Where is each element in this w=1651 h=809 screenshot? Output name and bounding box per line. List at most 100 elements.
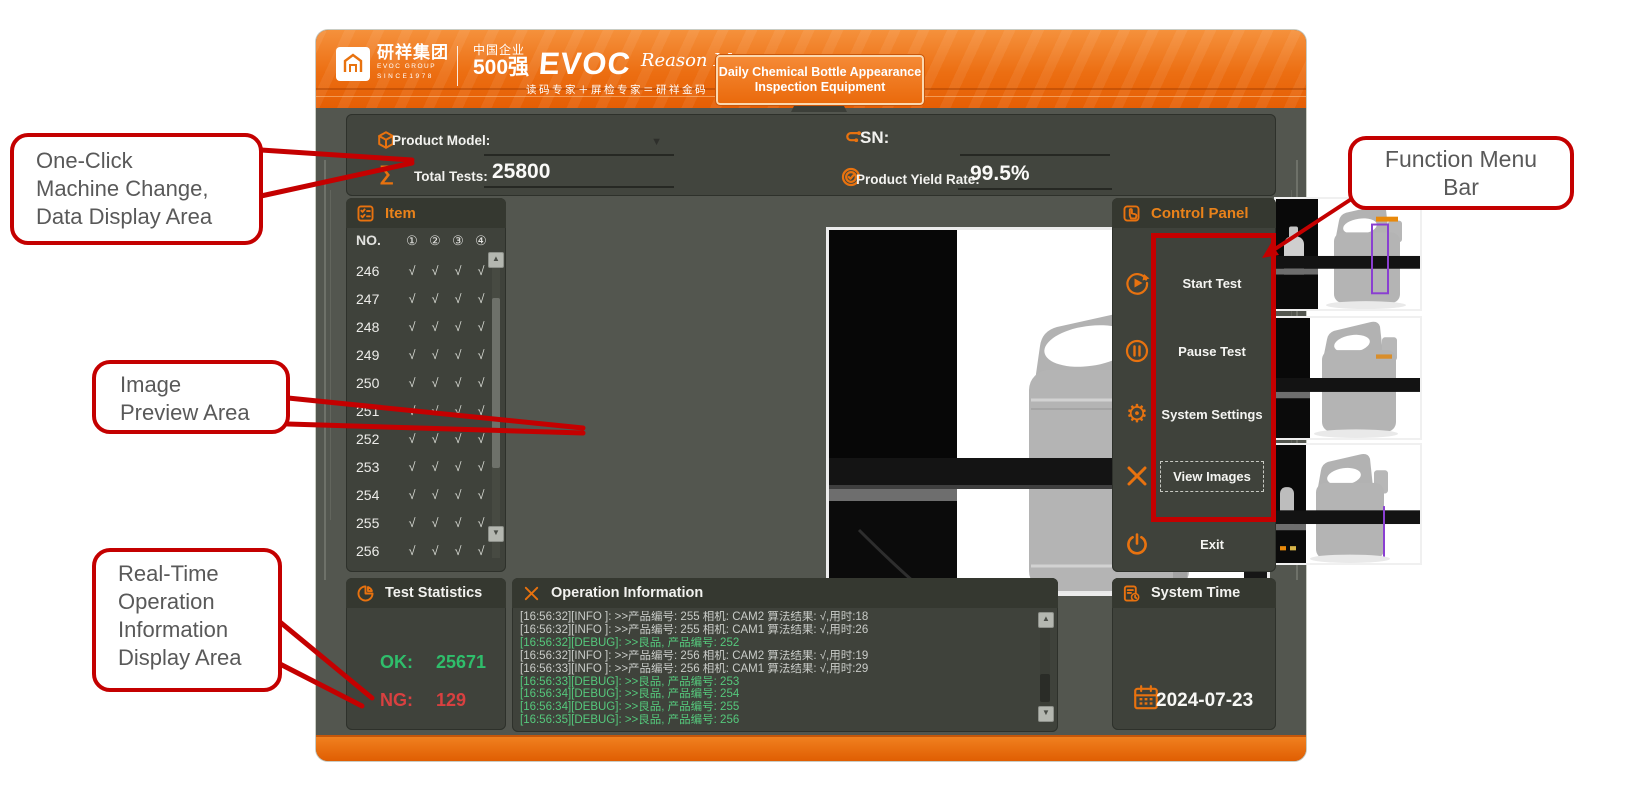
scroll-up-button[interactable]: ▲: [488, 252, 504, 268]
row-number: 254: [356, 487, 379, 503]
control-panel-header: Control Panel: [1112, 198, 1276, 228]
log-line: [16:56:32][DEBUG]: >>良品, 产品编号: 252: [520, 637, 1032, 650]
table-row: 248√√√√: [346, 314, 506, 342]
op-panel-header: Operation Information: [512, 578, 1058, 608]
item-panel: Item NO. ① ② ③ ④ 246√√√√247√√√√248√√√√24…: [346, 198, 506, 572]
check-mark: √: [426, 404, 444, 418]
check-mark: √: [426, 348, 444, 362]
brand-group-cn: 研祥集团: [377, 44, 449, 61]
check-mark: √: [403, 376, 421, 390]
check-mark: √: [426, 516, 444, 530]
col-no: NO.: [356, 232, 381, 248]
scroll-down-button[interactable]: ▼: [488, 526, 504, 542]
callout-function-menu-bar: Function Menu Bar: [1348, 136, 1574, 210]
check-mark: √: [426, 292, 444, 306]
table-row: 247√√√√: [346, 286, 506, 314]
check-mark: √: [449, 292, 467, 306]
ok-label: OK:: [380, 652, 413, 673]
log-scrollbar-thumb[interactable]: [1040, 674, 1050, 702]
app-header: 研祥集团 EVOC GROUP SINCE1978 中国企业 500强 EVOC…: [316, 30, 1306, 108]
brand-top500: 中国企业 500强: [473, 44, 529, 78]
table-row: 250√√√√: [346, 370, 506, 398]
log-scroll-up-button[interactable]: ▲: [1038, 612, 1054, 628]
check-mark: √: [449, 376, 467, 390]
product-model-label: Product Model:: [392, 133, 490, 148]
preview-thumbnail-1[interactable]: [1274, 197, 1422, 311]
check-mark: √: [403, 488, 421, 502]
check-mark: √: [426, 488, 444, 502]
item-scrollbar-thumb[interactable]: [492, 298, 500, 468]
check-mark: √: [449, 320, 467, 334]
decor-line-left: [330, 190, 331, 520]
exit-label: Exit: [1200, 537, 1224, 552]
decor-line-left: [324, 160, 326, 580]
check-mark: √: [426, 460, 444, 474]
check-mark: √: [426, 264, 444, 278]
check-mark: √: [472, 404, 490, 418]
data-display-panel: Product Model: ▼ ∑ Total Tests: 25800 SN…: [346, 114, 1276, 196]
total-tests-label: Total Tests:: [414, 169, 488, 184]
col-2: ②: [426, 233, 444, 249]
brand-since: SINCE1978: [377, 74, 449, 81]
hand-pointer-icon: [1122, 204, 1141, 223]
brand-divider: [457, 46, 458, 86]
log-line: [16:56:34][DEBUG]: >>良品, 产品编号: 255: [520, 701, 1032, 714]
ng-value: 129: [436, 690, 466, 711]
check-mark: √: [403, 460, 421, 474]
check-mark: √: [403, 404, 421, 418]
log-line: [16:56:32][INFO ]: >>产品编号: 256 相机: CAM2 …: [520, 650, 1032, 663]
yield-rate-value: 99.5%: [970, 162, 1030, 186]
check-mark: √: [449, 432, 467, 446]
op-panel-title: Operation Information: [551, 585, 703, 601]
log-scroll-down-button[interactable]: ▼: [1038, 706, 1054, 722]
item-table-header: NO. ① ② ③ ④: [346, 232, 506, 256]
ng-label: NG:: [380, 690, 413, 711]
check-mark: √: [449, 348, 467, 362]
item-panel-header: Item: [346, 198, 506, 228]
evoc-logo-icon: [336, 47, 370, 81]
checklist-icon: [356, 204, 375, 223]
check-mark: √: [449, 516, 467, 530]
function-menu-highlight-rect: [1151, 233, 1276, 522]
check-mark: √: [449, 264, 467, 278]
col-3: ③: [449, 233, 467, 249]
top500-num: 500强: [473, 57, 529, 78]
app-title-plaque: Daily Chemical Bottle Appearance Inspect…: [716, 55, 924, 105]
row-number: 247: [356, 291, 379, 307]
start-test-icon: [1124, 270, 1150, 296]
row-number: 250: [356, 375, 379, 391]
chevron-down-icon: ▼: [651, 136, 662, 148]
check-mark: √: [472, 432, 490, 446]
check-mark: √: [472, 488, 490, 502]
table-row: 256√√√√: [346, 538, 506, 566]
control-panel-title: Control Panel: [1151, 205, 1249, 222]
log-line: [16:56:32][INFO ]: >>产品编号: 255 相机: CAM2 …: [520, 611, 1032, 624]
app-footer: [316, 735, 1306, 761]
brand-group: 研祥集团 EVOC GROUP SINCE1978: [377, 44, 449, 80]
row-number: 248: [356, 319, 379, 335]
row-number: 251: [356, 403, 379, 419]
check-mark: √: [472, 348, 490, 362]
check-mark: √: [472, 292, 490, 306]
check-mark: √: [449, 460, 467, 474]
time-panel-header: System Time: [1112, 578, 1276, 608]
top500-cn: 中国企业: [473, 44, 529, 56]
table-row: 254√√√√: [346, 482, 506, 510]
table-row: 251√√√√: [346, 398, 506, 426]
thumbnail-image-2: [1276, 318, 1420, 438]
preview-thumbnail-2[interactable]: [1274, 316, 1422, 440]
product-model-select[interactable]: ▼: [484, 128, 674, 156]
preview-thumbnail-3[interactable]: [1274, 443, 1422, 565]
log-line: [16:56:35][DEBUG]: >>良品, 产品编号: 256: [520, 714, 1032, 727]
thumbnail-image-3: [1276, 445, 1420, 563]
screenshot-canvas: 研祥集团 EVOC GROUP SINCE1978 中国企业 500强 EVOC…: [0, 0, 1651, 809]
log-output: [16:56:32][INFO ]: >>产品编号: 255 相机: CAM2 …: [520, 611, 1032, 727]
thumbnail-image-1: [1276, 199, 1420, 309]
exit-button[interactable]: Exit: [1112, 524, 1276, 564]
brand-group-en: EVOC GROUP: [377, 64, 449, 71]
test-statistics-panel: Test Statistics OK: 25671 NG: 129: [346, 578, 506, 730]
callout-data-display-area: One-Click Machine Change, Data Display A…: [10, 133, 263, 245]
app-title-line1: Daily Chemical Bottle Appearance: [719, 65, 921, 80]
system-time-panel: System Time 2024-07-23: [1112, 578, 1276, 730]
ok-value: 25671: [436, 652, 486, 673]
